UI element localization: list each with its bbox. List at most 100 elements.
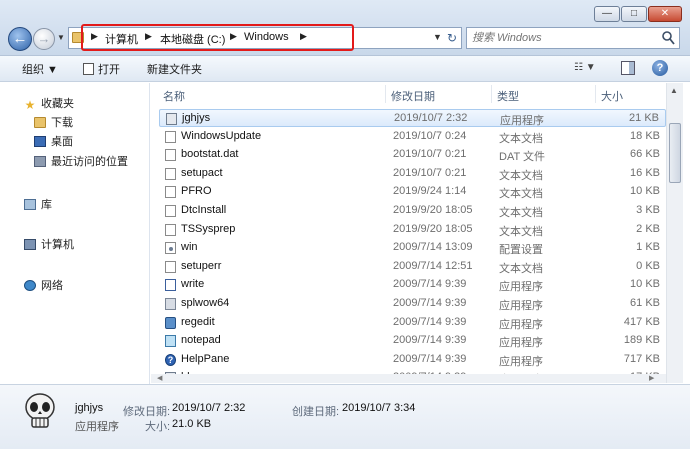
network-icon <box>24 280 36 291</box>
file-row[interactable]: regedit 2009/7/14 9:39 应用程序 417 KB <box>159 314 666 332</box>
detail-modified-label: 修改日期: <box>123 406 171 418</box>
recent-pages-dropdown[interactable]: ▼ <box>57 33 65 42</box>
column-divider[interactable] <box>595 85 596 103</box>
file-type: 配置设置 <box>499 244 543 256</box>
organize-button[interactable]: 组织 ▼ <box>22 61 58 77</box>
file-date: 2009/7/14 13:09 <box>393 241 473 253</box>
computer-icon <box>24 239 36 250</box>
command-bar: 组织 ▼ 打开 新建文件夹 ☷ ▼ ? <box>0 56 690 82</box>
column-header-name[interactable]: 名称 <box>163 88 185 104</box>
file-row[interactable]: win 2009/7/14 13:09 配置设置 1 KB <box>159 239 666 257</box>
scroll-right-arrow[interactable]: ▶ <box>649 374 654 382</box>
open-label: 打开 <box>98 64 120 76</box>
file-type: 应用程序 <box>500 115 544 127</box>
column-headers: 名称 修改日期 类型 大小 <box>151 83 666 105</box>
file-size: 3 KB <box>636 204 660 216</box>
search-box[interactable] <box>466 27 680 49</box>
nav-libraries[interactable]: 库 <box>24 196 52 212</box>
file-size: 16 KB <box>630 167 660 179</box>
doc-file-icon <box>165 261 176 273</box>
file-type: 应用程序 <box>499 281 543 293</box>
file-row[interactable]: WindowsUpdate 2019/10/7 0:24 文本文档 18 KB <box>159 128 666 146</box>
address-history-dropdown[interactable]: ▼ <box>433 32 442 42</box>
file-type: 应用程序 <box>499 319 543 331</box>
column-header-size[interactable]: 大小 <box>601 88 623 104</box>
file-size: 61 KB <box>630 297 660 309</box>
nav-computer[interactable]: 计算机 <box>24 236 74 252</box>
nav-network[interactable]: 网络 <box>24 277 63 293</box>
file-name: DtcInstall <box>181 204 227 216</box>
file-row[interactable]: setupact 2019/10/7 0:21 文本文档 16 KB <box>159 165 666 183</box>
file-size: 717 KB <box>623 353 660 365</box>
forward-button[interactable]: → <box>33 28 55 50</box>
file-type: 应用程序 <box>499 337 543 349</box>
open-button[interactable]: 打开 <box>83 61 120 77</box>
column-header-type[interactable]: 类型 <box>497 88 519 104</box>
refresh-button[interactable]: ↻ <box>443 30 461 46</box>
file-size: 1 KB <box>636 241 660 253</box>
doc-file-icon <box>165 186 176 198</box>
file-date: 2009/7/14 9:39 <box>393 297 467 309</box>
nav-label: 下载 <box>51 117 73 129</box>
file-row[interactable]: splwow64 2009/7/14 9:39 应用程序 61 KB <box>159 295 666 313</box>
red-highlight-annotation <box>81 24 354 51</box>
file-name: WindowsUpdate <box>181 130 262 142</box>
scroll-up-arrow[interactable]: ▲ <box>670 86 678 95</box>
nav-label: 收藏夹 <box>41 98 74 110</box>
detail-size-label: 大小: <box>145 421 171 433</box>
file-size: 10 KB <box>630 185 660 197</box>
maximize-button[interactable]: □ <box>621 6 647 22</box>
file-row[interactable]: setuperr 2009/7/14 12:51 文本文档 0 KB <box>159 258 666 276</box>
column-divider[interactable] <box>491 85 492 103</box>
reg-file-icon <box>165 317 176 329</box>
file-type: 应用程序 <box>499 300 543 312</box>
file-size: 0 KB <box>636 260 660 272</box>
open-icon <box>83 63 94 75</box>
preview-pane-button[interactable] <box>621 61 635 75</box>
write-file-icon <box>165 279 176 291</box>
close-button[interactable]: ✕ <box>648 6 682 22</box>
file-row[interactable]: PFRO 2019/9/24 1:14 文本文档 10 KB <box>159 183 666 201</box>
column-divider[interactable] <box>385 85 386 103</box>
nav-label: 桌面 <box>51 136 73 148</box>
vertical-scrollbar[interactable]: ▲ <box>666 83 683 383</box>
file-row[interactable]: notepad 2009/7/14 9:39 应用程序 189 KB <box>159 332 666 350</box>
file-row[interactable]: bootstat.dat 2019/10/7 0:21 DAT 文件 66 KB <box>159 146 666 164</box>
file-row[interactable]: write 2009/7/14 9:39 应用程序 10 KB <box>159 276 666 294</box>
file-row[interactable]: DtcInstall 2019/9/20 18:05 文本文档 3 KB <box>159 202 666 220</box>
file-name: setuperr <box>181 260 222 272</box>
horizontal-scrollbar[interactable]: ◀ ▶ <box>151 374 666 383</box>
file-size: 417 KB <box>623 316 660 328</box>
column-header-date[interactable]: 修改日期 <box>391 88 435 104</box>
file-size: 18 KB <box>630 130 660 142</box>
minimize-button[interactable]: — <box>594 6 620 22</box>
nav-desktop[interactable]: 桌面 <box>34 133 73 149</box>
detail-created-value: 2019/10/7 3:34 <box>342 402 416 414</box>
desktop-icon <box>34 136 46 147</box>
file-type: DAT 文件 <box>499 151 546 163</box>
scroll-left-arrow[interactable]: ◀ <box>157 374 162 382</box>
file-row[interactable]: TSSysprep 2019/9/20 18:05 文本文档 2 KB <box>159 221 666 239</box>
detail-file-name: jghjys <box>75 402 104 414</box>
navigation-pane: ★ 收藏夹 下载 桌面 最近访问的位置 库 计算机 网络 <box>0 83 150 393</box>
folder-icon <box>34 117 46 128</box>
new-folder-button[interactable]: 新建文件夹 <box>147 61 202 77</box>
search-input[interactable] <box>472 30 652 46</box>
scroll-thumb[interactable] <box>669 123 681 183</box>
file-name: TSSysprep <box>181 223 236 235</box>
nav-favorites[interactable]: ★ 收藏夹 <box>24 95 74 111</box>
file-date: 2009/7/14 9:39 <box>393 278 467 290</box>
file-date: 2009/7/14 12:51 <box>393 260 473 272</box>
file-type: 文本文档 <box>499 263 543 275</box>
file-row[interactable]: jghjys 2019/10/7 2:32 应用程序 21 KB <box>159 109 666 127</box>
file-date: 2019/10/7 2:32 <box>394 112 468 124</box>
help-button[interactable]: ? <box>652 60 668 76</box>
search-icon[interactable] <box>661 30 675 46</box>
back-button[interactable]: ← <box>8 27 32 51</box>
file-type: 文本文档 <box>499 226 543 238</box>
change-view-button[interactable]: ☷ ▼ <box>574 62 596 73</box>
file-row[interactable]: ? HelpPane 2009/7/14 9:39 应用程序 717 KB <box>159 351 666 369</box>
nav-downloads[interactable]: 下载 <box>34 114 73 130</box>
nav-recent-places[interactable]: 最近访问的位置 <box>34 153 128 169</box>
file-name: setupact <box>181 167 223 179</box>
